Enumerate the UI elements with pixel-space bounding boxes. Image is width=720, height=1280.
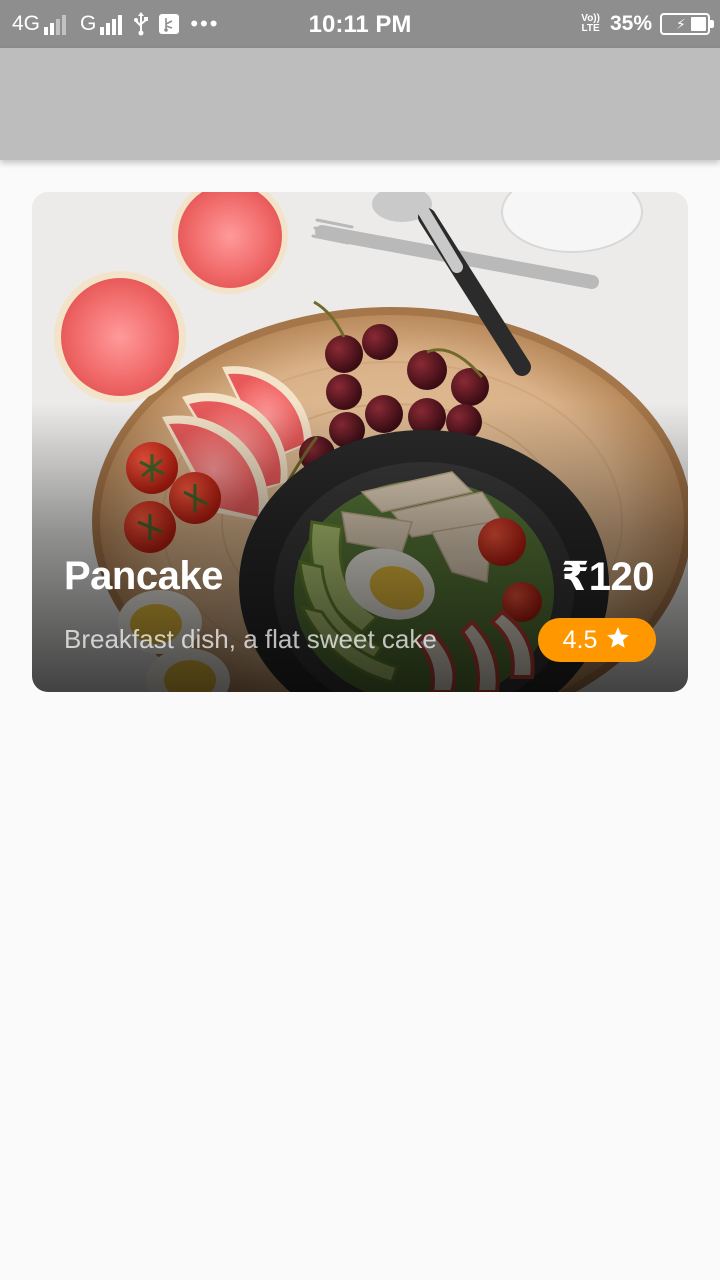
food-price: ₹120 xyxy=(561,555,654,599)
star-icon xyxy=(605,625,631,656)
rating-badge: 4.5 xyxy=(538,618,656,662)
battery-percentage: 35% xyxy=(609,12,652,35)
charging-bolt-icon: ⚡ xyxy=(676,16,686,32)
food-title: Pancake xyxy=(64,554,223,598)
card-gradient-overlay xyxy=(32,192,688,692)
status-right-group: Vo)) LTE 35% ⚡ xyxy=(581,0,714,48)
food-card[interactable]: Pancake ₹120 Breakfast dish, a flat swee… xyxy=(32,192,688,692)
status-bar: 4G G ••• 10:11 PM Vo)) LTE 35% ⚡ xyxy=(0,0,720,48)
battery-level xyxy=(691,17,706,31)
volte-icon: Vo)) LTE xyxy=(581,13,600,34)
food-description: Breakfast dish, a flat sweet cake xyxy=(64,624,437,654)
rating-value: 4.5 xyxy=(562,625,598,654)
battery-icon: ⚡ xyxy=(660,13,714,35)
app-bar xyxy=(0,48,720,160)
